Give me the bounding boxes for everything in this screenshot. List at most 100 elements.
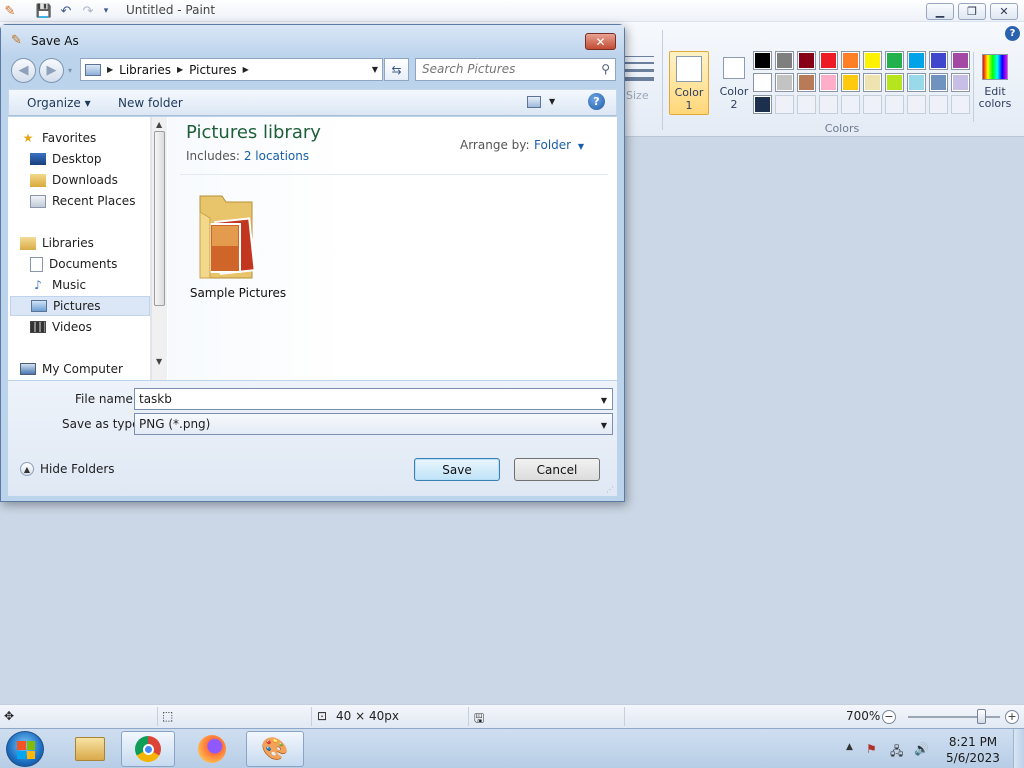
palette-custom-slot[interactable] <box>907 95 926 114</box>
taskbar-explorer[interactable] <box>63 731 117 767</box>
color2-button[interactable]: Color 2 <box>714 51 754 115</box>
search-box[interactable]: ⚲ <box>415 58 616 81</box>
palette-color-swatch[interactable] <box>775 51 794 70</box>
dialog-titlebar[interactable]: ✎ Save As ✕ <box>1 25 624 57</box>
palette-color-swatch[interactable] <box>907 73 926 92</box>
breadcrumb-pictures[interactable]: Pictures <box>189 63 237 77</box>
palette-color-swatch[interactable] <box>951 51 970 70</box>
palette-color-swatch[interactable] <box>775 73 794 92</box>
resize-grip-icon[interactable]: ⋰ <box>606 485 614 494</box>
refresh-button[interactable]: ⇆ <box>384 58 409 81</box>
forward-button[interactable]: ▶ <box>39 58 64 83</box>
nav-desktop[interactable]: Desktop <box>30 149 150 169</box>
save-button[interactable]: Save <box>414 458 500 481</box>
save-icon[interactable]: 💾 <box>36 3 52 19</box>
taskbar-paint[interactable]: 🎨 <box>246 731 304 767</box>
palette-color-swatch[interactable] <box>819 73 838 92</box>
search-input[interactable] <box>422 62 592 76</box>
nav-favorites[interactable]: ★ Favorites <box>20 128 150 148</box>
breadcrumb-libraries[interactable]: Libraries <box>119 63 171 77</box>
palette-custom-slot[interactable] <box>951 95 970 114</box>
zoom-slider[interactable] <box>908 716 1000 718</box>
change-view-icon[interactable] <box>527 96 541 108</box>
includes-locations-link[interactable]: 2 locations <box>244 149 309 163</box>
palette-color-swatch[interactable] <box>907 51 926 70</box>
palette-custom-slot[interactable] <box>863 95 882 114</box>
palette-color-swatch[interactable] <box>929 73 948 92</box>
network-icon[interactable]: 🖧 <box>890 742 903 763</box>
new-folder-button[interactable]: New folder <box>118 96 183 110</box>
redo-icon[interactable]: ↷ <box>80 3 96 19</box>
palette-custom-slot[interactable] <box>929 95 948 114</box>
dialog-close-button[interactable]: ✕ <box>585 33 616 50</box>
ribbon-help-icon[interactable]: ? <box>1005 26 1020 41</box>
palette-color-swatch[interactable] <box>841 73 860 92</box>
palette-custom-slot[interactable] <box>819 95 838 114</box>
save-as-type-select[interactable]: PNG (*.png) ▼ <box>134 413 613 435</box>
zoom-out-button[interactable]: − <box>882 710 896 724</box>
minimize-button[interactable]: ▁ <box>926 3 954 20</box>
show-hidden-icons[interactable]: ▲ <box>846 742 853 752</box>
file-name-input[interactable]: taskb <box>139 392 172 406</box>
start-button[interactable] <box>6 731 44 767</box>
file-name-field[interactable]: taskb ▼ <box>134 388 613 410</box>
palette-color-swatch[interactable] <box>841 51 860 70</box>
taskbar-chrome[interactable] <box>121 731 175 767</box>
palette-color-swatch[interactable] <box>753 73 772 92</box>
palette-custom-slot[interactable] <box>797 95 816 114</box>
arrange-by-dropdown[interactable]: Folder ▼ <box>534 138 584 152</box>
nav-libraries[interactable]: Libraries <box>20 233 150 253</box>
palette-color-swatch[interactable] <box>951 73 970 92</box>
scroll-down-icon[interactable]: ▼ <box>156 357 162 366</box>
breadcrumb-arrow-icon[interactable]: ▶ <box>243 65 249 74</box>
color1-button[interactable]: Color 1 <box>669 51 709 115</box>
view-options-dropdown-icon[interactable]: ▼ <box>549 97 555 106</box>
breadcrumb-arrow-icon[interactable]: ▶ <box>177 65 183 74</box>
edit-colors-button[interactable]: Edit colors <box>976 51 1014 110</box>
palette-color-swatch[interactable] <box>753 51 772 70</box>
palette-color-swatch[interactable] <box>885 73 904 92</box>
palette-custom-slot[interactable] <box>775 95 794 114</box>
scrollbar-thumb[interactable] <box>154 131 165 306</box>
palette-color-swatch[interactable] <box>885 51 904 70</box>
nav-videos[interactable]: Videos <box>30 317 150 337</box>
palette-color-swatch[interactable] <box>797 51 816 70</box>
clock[interactable]: 8:21 PM 5/6/2023 <box>938 734 1008 766</box>
nav-my-computer[interactable]: My Computer <box>20 359 150 379</box>
palette-custom-slot[interactable] <box>841 95 860 114</box>
breadcrumb-arrow-icon[interactable]: ▶ <box>107 65 113 74</box>
save-as-type-dropdown-icon[interactable]: ▼ <box>601 421 607 430</box>
undo-icon[interactable]: ↶ <box>58 3 74 19</box>
customize-qat-icon[interactable]: ▾ <box>98 3 114 19</box>
restore-button[interactable]: ❐ <box>958 3 986 20</box>
palette-color-swatch[interactable] <box>929 51 948 70</box>
paint-app-icon[interactable]: ✎ <box>2 3 18 19</box>
palette-color-swatch[interactable] <box>863 51 882 70</box>
nav-music[interactable]: ♪ Music <box>30 275 150 295</box>
palette-color-swatch[interactable] <box>863 73 882 92</box>
cancel-button[interactable]: Cancel <box>514 458 600 481</box>
nav-recent-places[interactable]: Recent Places <box>30 191 150 211</box>
navigation-scrollbar[interactable]: ▲ ▼ <box>151 117 167 380</box>
file-name-dropdown-icon[interactable]: ▼ <box>601 396 607 405</box>
close-window-button[interactable]: ✕ <box>990 3 1018 20</box>
search-icon[interactable]: ⚲ <box>601 62 610 76</box>
nav-pictures[interactable]: Pictures <box>10 296 150 316</box>
organize-button[interactable]: Organize ▾ <box>27 96 91 110</box>
palette-color-swatch[interactable] <box>797 73 816 92</box>
hide-folders-button[interactable]: ▲ Hide Folders <box>20 462 115 476</box>
address-bar[interactable]: ▶ Libraries ▶ Pictures ▶ ▼ <box>80 58 383 81</box>
size-button[interactable]: Size <box>626 89 649 102</box>
zoom-slider-thumb[interactable] <box>977 709 986 724</box>
volume-icon[interactable]: 🔊 <box>914 742 929 756</box>
show-desktop-button[interactable] <box>1013 729 1024 768</box>
nav-documents[interactable]: Documents <box>30 254 150 274</box>
zoom-in-button[interactable]: + <box>1005 710 1019 724</box>
scroll-up-icon[interactable]: ▲ <box>156 120 162 129</box>
address-dropdown-icon[interactable]: ▼ <box>372 65 378 74</box>
folder-sample-pictures[interactable]: Sample Pictures <box>188 182 288 300</box>
action-center-icon[interactable]: ⚑ <box>866 742 877 756</box>
taskbar-firefox[interactable] <box>185 731 239 767</box>
palette-custom-slot[interactable] <box>885 95 904 114</box>
palette-color-swatch[interactable] <box>753 95 772 114</box>
